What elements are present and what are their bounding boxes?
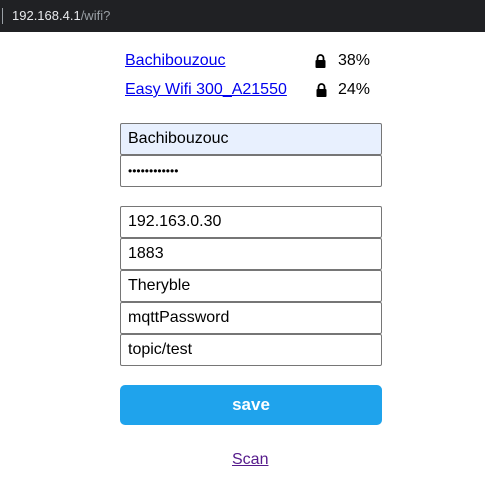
address-bar[interactable]: 192.168.4.1/wifi? [0,0,485,32]
wifi-password-input[interactable]: •••••••••••• [120,155,382,187]
mqtt-port-input[interactable]: 1883 [120,238,382,270]
lock-icon [315,54,326,68]
address-url[interactable]: 192.168.4.1/wifi? [12,8,110,24]
mqtt-password-input[interactable]: mqttPassword [120,302,382,334]
mqtt-server-input[interactable]: 192.163.0.30 [120,206,382,238]
network-quality: 38% [338,52,371,69]
network-item: Easy Wifi 300_A21550 24% [125,79,380,101]
network-quality: 24% [338,81,371,98]
address-bar-divider [2,8,3,24]
url-host: 192.168.4.1 [12,8,81,23]
mqtt-topic-input[interactable]: topic/test [120,334,382,366]
save-button[interactable]: save [120,385,382,425]
lock-icon [316,83,327,97]
network-ssid-link[interactable]: Bachibouzouc [125,50,226,72]
network-item: Bachibouzouc 38% [125,50,380,72]
scan-link[interactable]: Scan [232,449,268,471]
network-ssid-link[interactable]: Easy Wifi 300_A21550 [125,79,287,101]
url-path: /wifi? [80,8,111,23]
ssid-input[interactable]: Bachibouzouc [120,123,382,155]
mqtt-user-input[interactable]: Theryble [120,270,382,302]
